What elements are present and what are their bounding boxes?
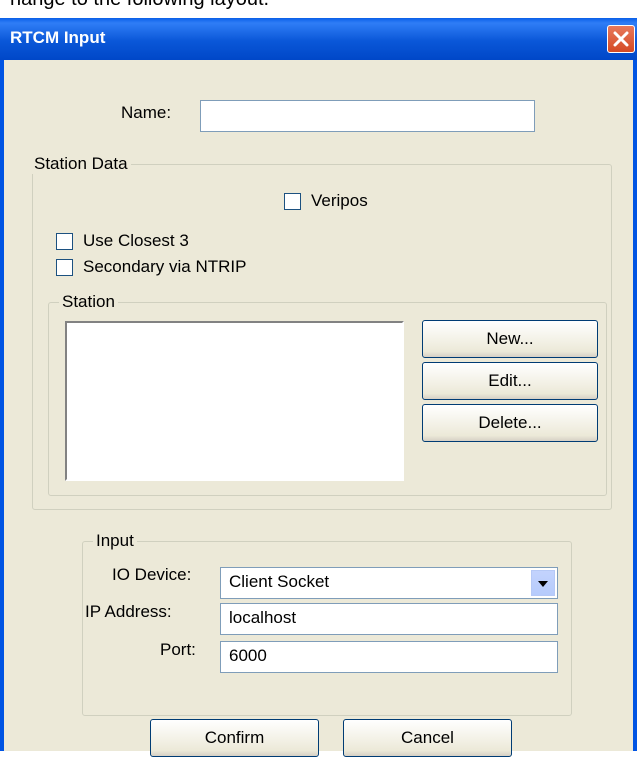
port-input[interactable]: 6000	[220, 641, 558, 673]
ip-address-input[interactable]: localhost	[220, 603, 558, 635]
station-data-legend: Station Data	[31, 154, 131, 174]
background-text: hange to the following layout.	[10, 0, 269, 11]
dropdown-arrow-button[interactable]	[531, 570, 555, 596]
delete-station-button-label: Delete...	[478, 413, 542, 432]
edit-station-button[interactable]: Edit...	[422, 362, 598, 400]
io-device-select[interactable]: Client Socket	[220, 567, 558, 599]
cancel-button[interactable]: Cancel	[343, 719, 512, 757]
io-device-label: IO Device:	[112, 565, 192, 584]
use-closest-3-label: Use Closest 3	[83, 231, 189, 250]
new-station-button[interactable]: New...	[422, 320, 598, 358]
delete-station-button[interactable]: Delete...	[422, 404, 598, 442]
new-station-button-label: New...	[486, 329, 534, 348]
ip-address-label: IP Address:	[85, 602, 172, 621]
veripos-label: Veripos	[311, 191, 368, 210]
close-icon	[613, 31, 629, 47]
dialog-client-area: Name: Station Data Veripos Use Closest 3…	[4, 60, 633, 757]
port-label: Port:	[160, 640, 196, 659]
close-button[interactable]	[607, 25, 635, 53]
veripos-checkbox[interactable]	[284, 193, 301, 210]
input-legend: Input	[93, 531, 137, 551]
name-label: Name:	[121, 103, 172, 122]
rtcm-input-dialog: RTCM Input Name: Station Data Veripos Us…	[0, 18, 637, 757]
secondary-via-ntrip-label: Secondary via NTRIP	[83, 257, 247, 276]
chevron-down-icon	[538, 581, 548, 587]
io-device-value: Client Socket	[229, 572, 330, 591]
window-title: RTCM Input	[10, 28, 106, 47]
title-bar[interactable]: RTCM Input	[0, 18, 637, 60]
station-legend: Station	[59, 292, 118, 312]
station-list[interactable]	[65, 321, 404, 481]
confirm-button[interactable]: Confirm	[150, 719, 319, 757]
secondary-via-ntrip-checkbox[interactable]	[56, 259, 73, 276]
use-closest-3-checkbox[interactable]	[56, 233, 73, 250]
edit-station-button-label: Edit...	[488, 371, 532, 390]
name-input[interactable]	[200, 100, 535, 132]
